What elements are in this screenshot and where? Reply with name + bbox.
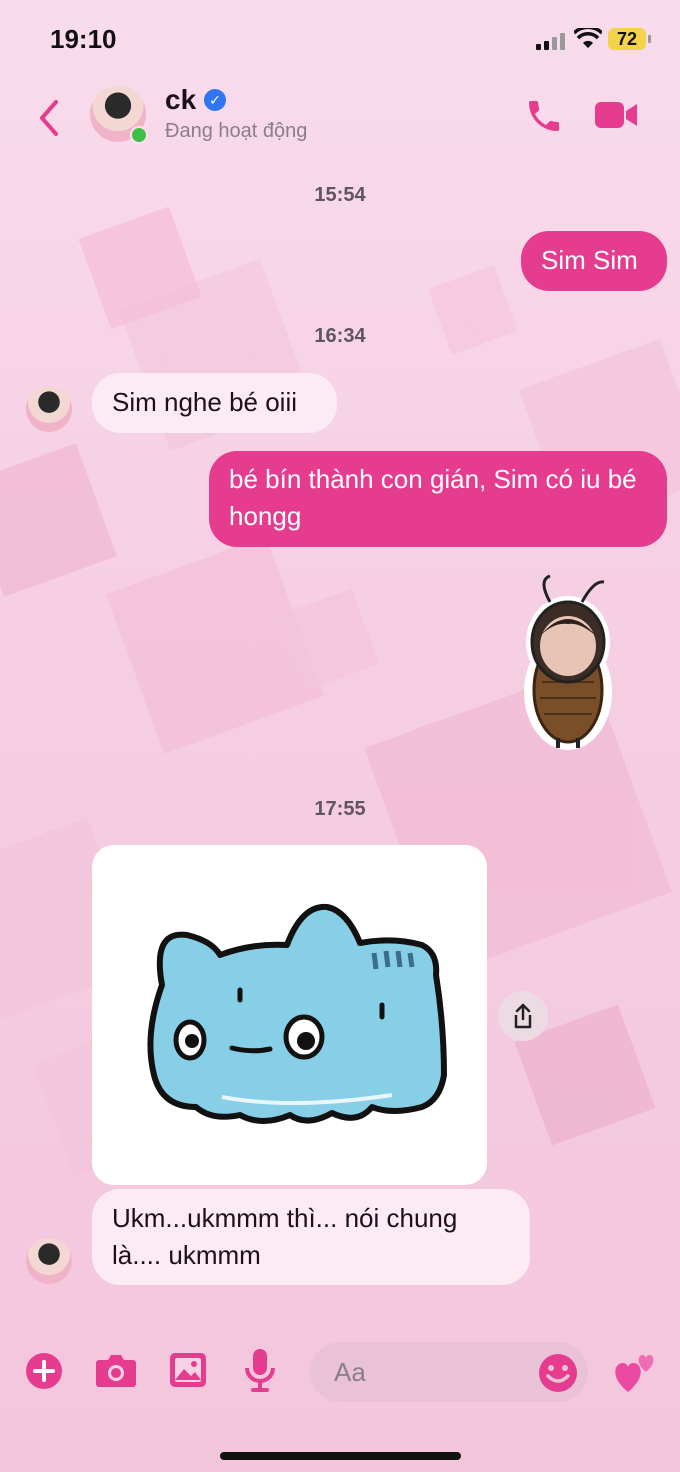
- sender-avatar[interactable]: [26, 1238, 72, 1284]
- clock: 19:10: [50, 24, 117, 54]
- online-indicator: [130, 126, 148, 144]
- phone-icon[interactable]: [524, 96, 564, 136]
- message-list: 15:54 Sim Sim 16:34 Sim nghe bé oiii bé …: [0, 0, 680, 1472]
- image-icon[interactable]: [169, 1352, 207, 1388]
- plus-icon[interactable]: [25, 1352, 63, 1390]
- timestamp: 15:54: [314, 184, 366, 206]
- share-button[interactable]: [498, 991, 548, 1041]
- back-icon[interactable]: [36, 98, 62, 138]
- battery-icon: 72: [608, 28, 651, 50]
- wifi-icon: [574, 28, 602, 48]
- timestamp: 17:55: [314, 798, 366, 820]
- share-icon: [514, 1003, 532, 1029]
- cat-sticker-image: [147, 903, 447, 1124]
- contact-status: Đang hoạt động: [165, 120, 308, 142]
- video-camera-icon[interactable]: [594, 100, 638, 130]
- message-incoming[interactable]: Sim nghe bé oiii: [92, 373, 337, 433]
- composer-bar: Aa: [0, 1338, 680, 1408]
- home-indicator[interactable]: [220, 1452, 461, 1460]
- image-message[interactable]: [92, 845, 487, 1185]
- sender-avatar[interactable]: [26, 386, 72, 432]
- contact-name[interactable]: ck: [165, 84, 196, 116]
- microphone-icon[interactable]: [244, 1348, 276, 1392]
- message-outgoing[interactable]: Sim Sim: [521, 231, 667, 291]
- message-outgoing[interactable]: bé bín thành con gián, Sim có iu bé hong…: [209, 451, 667, 547]
- signal-icon: [536, 32, 568, 50]
- camera-icon[interactable]: [95, 1352, 137, 1388]
- cockroach-sticker[interactable]: [520, 572, 616, 758]
- chat-header: ck ✓ Đang hoạt động: [0, 80, 680, 155]
- message-incoming[interactable]: Ukm...ukmmm thì... nói chung là.... ukmm…: [92, 1189, 530, 1285]
- verified-icon: ✓: [204, 89, 226, 111]
- smile-icon[interactable]: [538, 1353, 578, 1393]
- timestamp: 16:34: [314, 325, 366, 347]
- hearts-icon[interactable]: [612, 1350, 658, 1394]
- status-bar: 19:10 72: [0, 0, 680, 80]
